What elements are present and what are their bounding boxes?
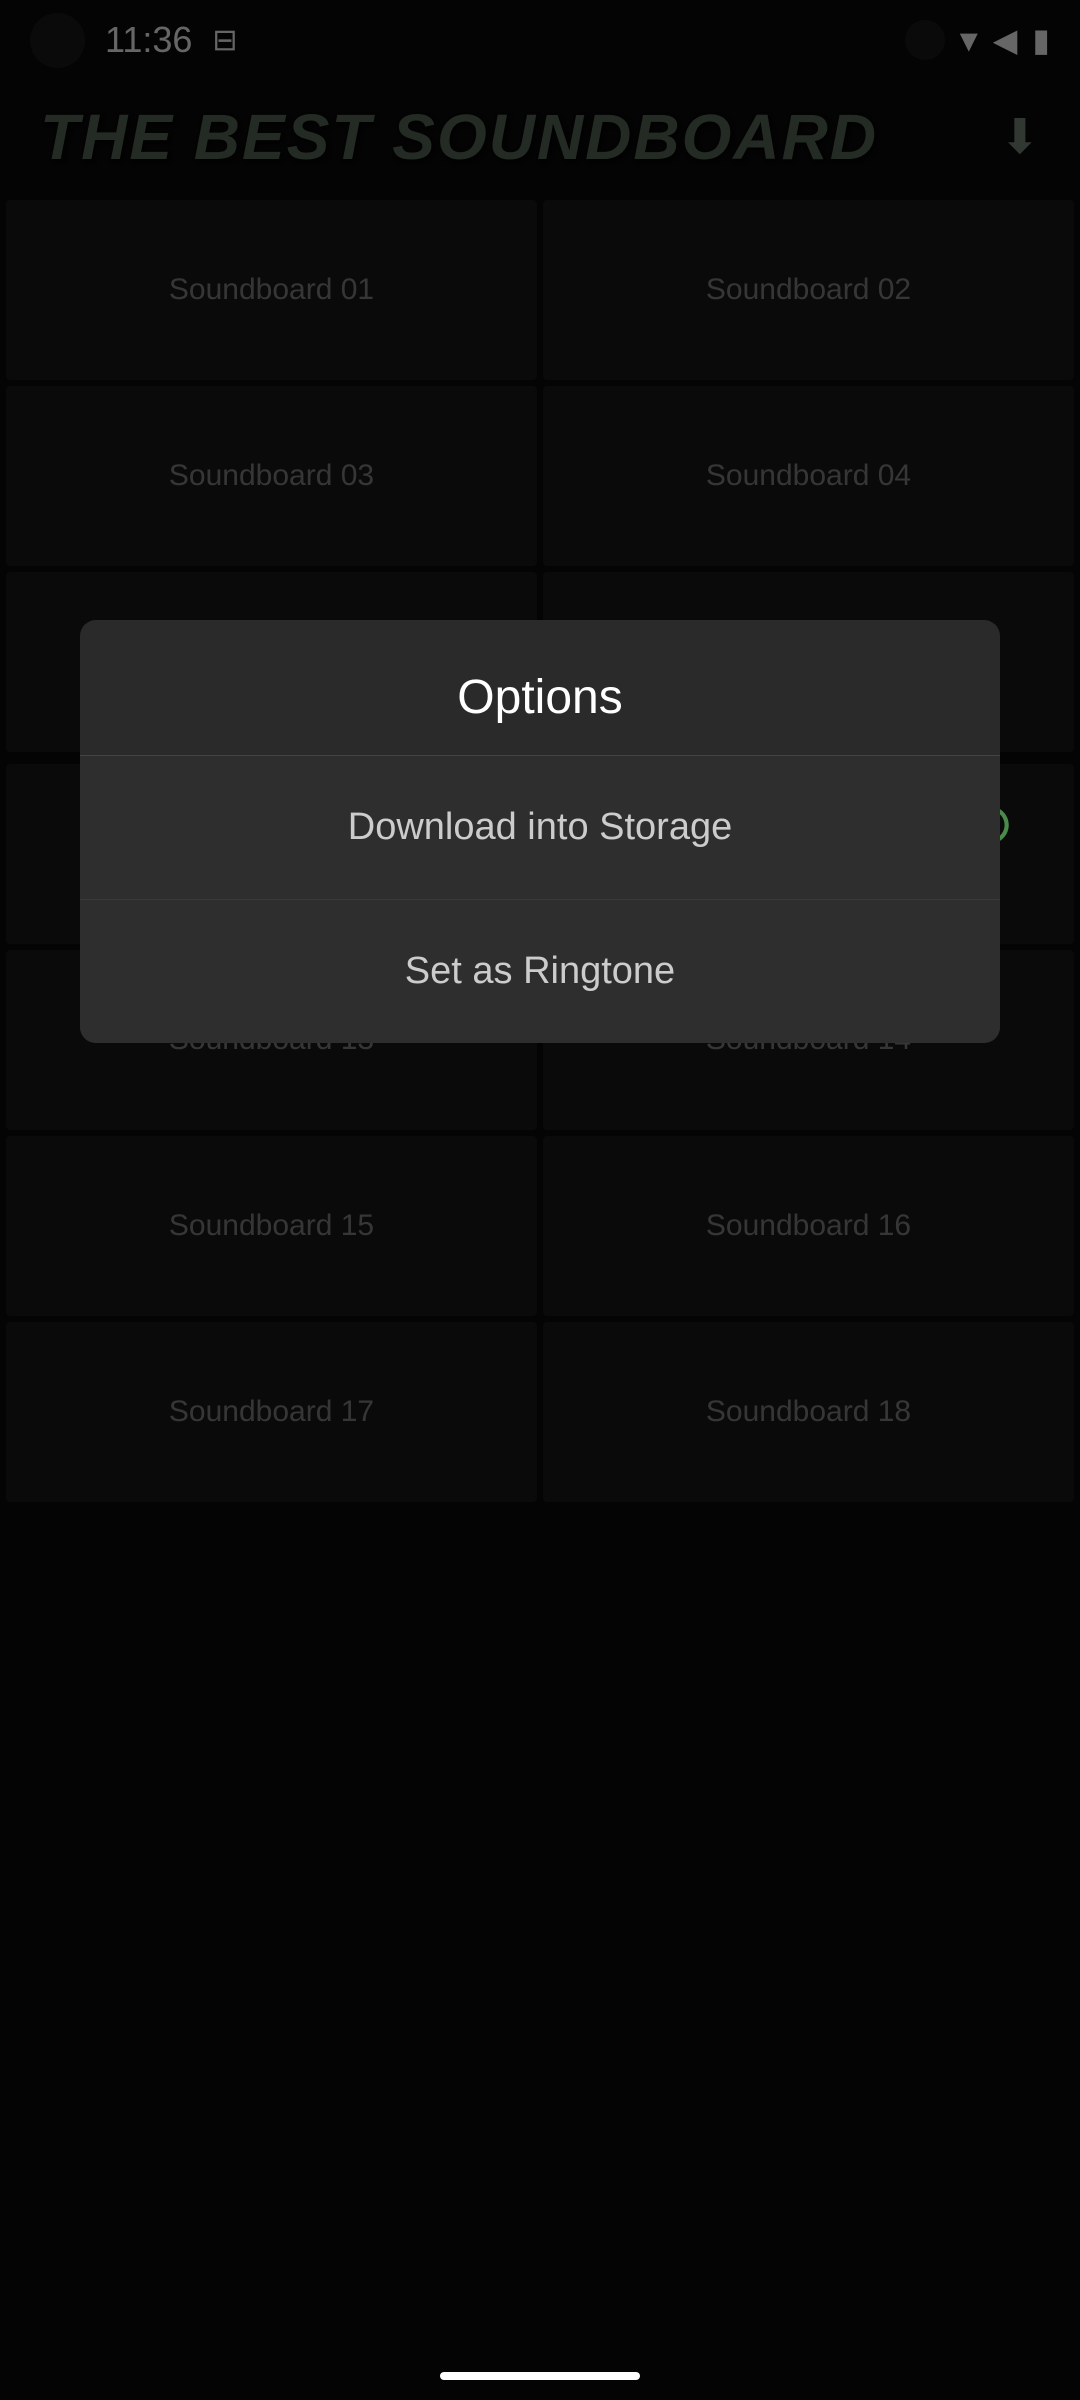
set-ringtone-label: Set as Ringtone (405, 950, 675, 992)
download-storage-label: Download into Storage (348, 806, 732, 848)
modal-overlay[interactable] (0, 0, 1080, 2400)
modal-title-area: Options (80, 620, 1000, 756)
modal-title: Options (457, 671, 622, 724)
download-storage-option[interactable]: Download into Storage (80, 756, 1000, 900)
options-modal: Options Download into Storage Set as Rin… (80, 620, 1000, 1043)
bottom-nav-bar (440, 2372, 640, 2380)
set-ringtone-option[interactable]: Set as Ringtone (80, 900, 1000, 1043)
